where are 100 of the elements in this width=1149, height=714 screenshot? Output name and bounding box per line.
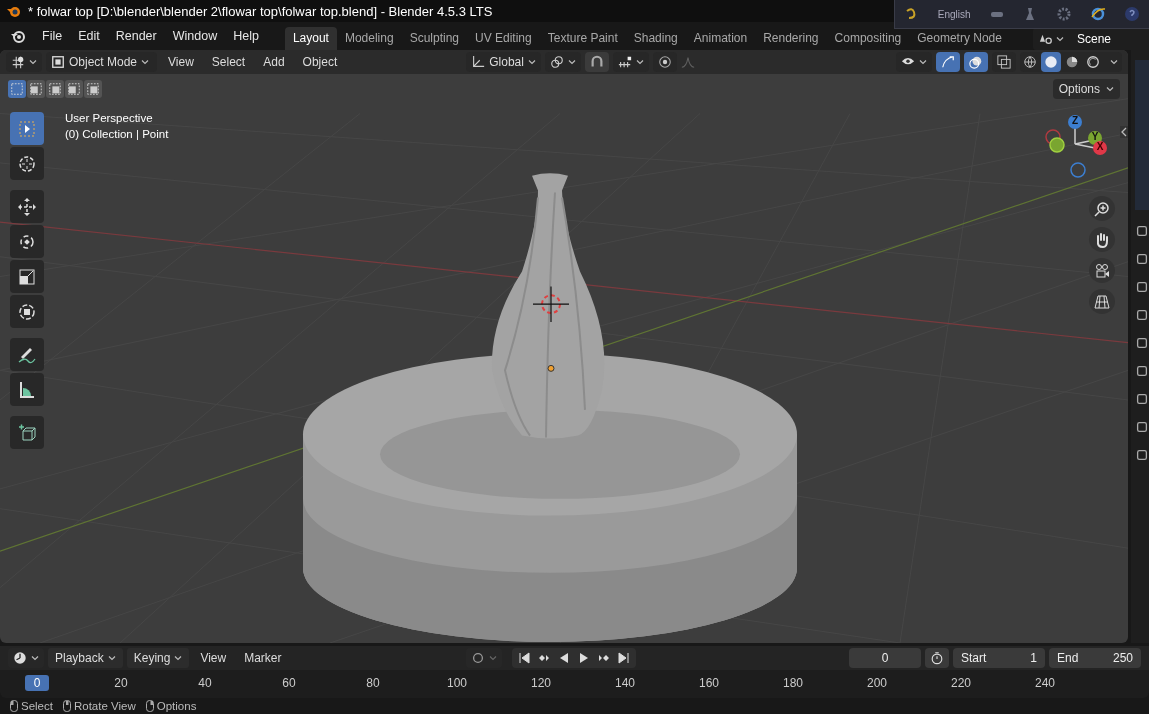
- preview-range-toggle[interactable]: [925, 648, 949, 668]
- move-arrows-icon: [17, 196, 37, 217]
- sidebar-toggle-icon[interactable]: [1120, 126, 1128, 138]
- caret-icon: [174, 654, 183, 662]
- header-menu[interactable]: Select: [204, 55, 253, 69]
- zoom-button[interactable]: [1089, 196, 1115, 221]
- frame-number: 80: [366, 675, 380, 691]
- caret-icon[interactable]: [1110, 58, 1118, 66]
- property-tab-icon[interactable]: [1135, 448, 1149, 462]
- shading-button[interactable]: [1041, 52, 1061, 72]
- play-icon: [578, 652, 590, 664]
- selection-square-icon: [29, 82, 43, 96]
- workspace-tab[interactable]: Texture Paint: [539, 27, 626, 50]
- selection-mode-button[interactable]: [46, 80, 64, 98]
- caret-icon: [1056, 35, 1064, 43]
- language-indicator[interactable]: English: [937, 8, 971, 20]
- property-tab-icon[interactable]: [1135, 280, 1149, 294]
- property-tab-icon[interactable]: [1135, 392, 1149, 406]
- gizmo-toggle[interactable]: [936, 52, 960, 72]
- object-icon: [51, 55, 65, 69]
- status-hint: Select: [21, 700, 53, 712]
- selection-mode-button[interactable]: [27, 80, 45, 98]
- gear-icon[interactable]: [1056, 6, 1073, 22]
- transform-icon: [17, 301, 37, 322]
- previous-keyframe-icon: [538, 652, 550, 664]
- menu-item[interactable]: Edit: [70, 29, 108, 43]
- menu-item[interactable]: Render: [107, 29, 165, 43]
- menu-item[interactable]: File: [34, 29, 71, 43]
- current-frame-field[interactable]: 0: [849, 648, 921, 668]
- increment-icon: [617, 55, 632, 69]
- play-reverse-icon: [558, 652, 570, 664]
- mode-dropdown[interactable]: Object Mode: [46, 52, 158, 72]
- current-frame-marker[interactable]: 0: [25, 675, 49, 691]
- start-frame-field[interactable]: Start 1: [953, 648, 1045, 668]
- rendered-sphere-icon: [1086, 55, 1100, 69]
- pan-button[interactable]: [1089, 227, 1115, 252]
- editor-type-button[interactable]: [6, 52, 42, 72]
- snap-toggle[interactable]: [584, 52, 609, 72]
- menu-item[interactable]: Window: [164, 29, 226, 43]
- timeline-menu[interactable]: Marker: [237, 651, 289, 665]
- header-menu[interactable]: View: [161, 55, 201, 69]
- workspace-tab[interactable]: Animation: [685, 27, 756, 50]
- property-tab-icon[interactable]: [1135, 252, 1149, 266]
- workspace-tab[interactable]: Layout: [284, 27, 337, 50]
- menu-item[interactable]: Help: [225, 29, 267, 43]
- tool-button[interactable]: [10, 338, 44, 371]
- workspace-tab[interactable]: Shading: [625, 27, 686, 50]
- tool-button[interactable]: [10, 416, 44, 449]
- workspace-tab[interactable]: Sculpting: [401, 27, 467, 50]
- pivot-dropdown[interactable]: [544, 52, 581, 72]
- selection-square-icon: [67, 82, 81, 96]
- browser-icon[interactable]: [1090, 6, 1107, 22]
- viewport-info-text: User Perspective: [65, 112, 154, 124]
- skip-end-icon: [618, 652, 630, 664]
- property-tab-icon[interactable]: [1135, 308, 1149, 322]
- header-menu[interactable]: Object: [295, 55, 345, 69]
- xray-toggle[interactable]: [992, 52, 1016, 72]
- camera-view-button[interactable]: [1089, 258, 1115, 283]
- timeline-menu[interactable]: View: [193, 651, 234, 665]
- axis-label: Y: [1090, 131, 1100, 142]
- blender-logo-icon[interactable]: [10, 28, 26, 44]
- visibility-dropdown[interactable]: [896, 52, 932, 72]
- help-icon[interactable]: [1124, 6, 1140, 22]
- snap-target-dropdown[interactable]: [612, 52, 649, 72]
- caret-icon: [489, 654, 497, 662]
- timeline-menu[interactable]: Playback: [48, 648, 123, 668]
- orientation-dropdown[interactable]: Global: [466, 52, 541, 72]
- status-hint: Options: [156, 700, 197, 712]
- tool-button[interactable]: [10, 190, 44, 223]
- tool-button[interactable]: [10, 225, 44, 258]
- overlays-toggle[interactable]: [964, 52, 988, 72]
- proportional-edit-toggle[interactable]: [652, 52, 677, 72]
- frame-number: 120: [531, 675, 551, 691]
- tool-button[interactable]: [10, 147, 44, 180]
- caret-icon[interactable]: [1106, 85, 1114, 93]
- end-frame-field[interactable]: End 250: [1049, 648, 1141, 668]
- grid-icon: [11, 55, 25, 69]
- tool-button[interactable]: [10, 260, 44, 293]
- header-menu[interactable]: Add: [256, 55, 292, 69]
- axes-icon: [471, 55, 486, 69]
- workspace-tab[interactable]: Geometry Node: [909, 27, 1010, 50]
- workspace-tab[interactable]: Compositing: [826, 27, 910, 50]
- selection-mode-button[interactable]: [8, 80, 26, 98]
- skip-start-icon: [518, 652, 530, 664]
- timeline-menu[interactable]: Keying: [126, 648, 190, 668]
- property-tab-icon[interactable]: [1135, 336, 1149, 350]
- scene-selector[interactable]: Scene: [1033, 28, 1149, 50]
- caret-icon: [567, 58, 576, 66]
- property-tab-icon[interactable]: [1135, 364, 1149, 378]
- navigation-gizmo[interactable]: Z Y X: [1045, 110, 1115, 190]
- tool-button[interactable]: [10, 295, 44, 328]
- selection-mode-button[interactable]: [84, 80, 102, 98]
- selection-mode-button[interactable]: [65, 80, 83, 98]
- workspace-tab[interactable]: Rendering: [755, 27, 827, 50]
- workspace-tab[interactable]: UV Editing: [467, 27, 540, 50]
- perspective-toggle-button[interactable]: [1089, 289, 1115, 314]
- property-tab-icon[interactable]: [1135, 420, 1149, 434]
- workspace-tab[interactable]: Modeling: [336, 27, 402, 50]
- property-tab-icon[interactable]: [1135, 224, 1149, 238]
- tool-button[interactable]: [10, 373, 44, 406]
